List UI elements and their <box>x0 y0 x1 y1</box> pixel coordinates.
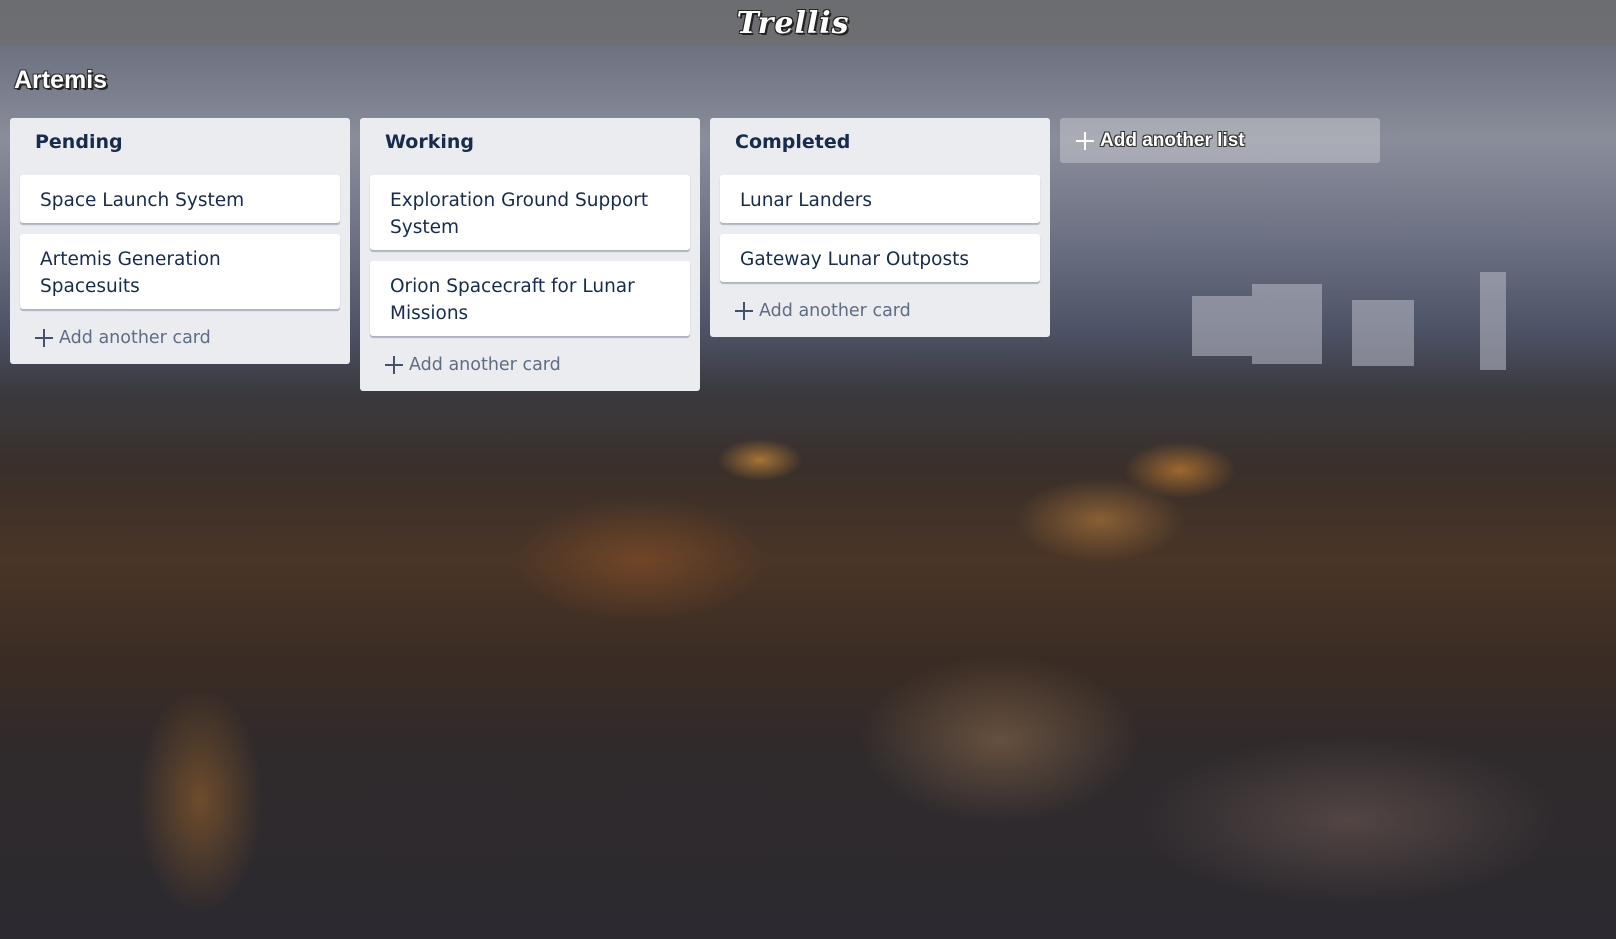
list-title[interactable]: Pending <box>10 118 350 163</box>
add-card-label: Add another card <box>59 328 211 348</box>
app-logo[interactable]: Trellis <box>736 6 849 41</box>
card[interactable]: Orion Spacecraft for Lunar Missions <box>370 261 690 336</box>
plus-icon <box>35 329 53 347</box>
add-card-button[interactable]: Add another card <box>360 347 700 379</box>
top-bar: Trellis <box>0 0 1616 46</box>
board-title[interactable]: Artemis <box>14 66 107 95</box>
list-completed: Completed Lunar Landers Gateway Lunar Ou… <box>710 118 1050 337</box>
add-list-button[interactable]: Add another list <box>1060 118 1380 163</box>
add-list-label: Add another list <box>1100 129 1245 151</box>
plus-icon <box>735 302 753 320</box>
plus-icon <box>385 356 403 374</box>
card[interactable]: Lunar Landers <box>720 175 1040 223</box>
card[interactable]: Space Launch System <box>20 175 340 223</box>
background-building <box>1480 272 1506 370</box>
add-card-button[interactable]: Add another card <box>710 293 1050 325</box>
list-title[interactable]: Completed <box>710 118 1050 163</box>
board-lists: Pending Space Launch System Artemis Gene… <box>10 118 1380 391</box>
card[interactable]: Exploration Ground Support System <box>370 175 690 250</box>
add-card-label: Add another card <box>759 301 911 321</box>
add-card-button[interactable]: Add another card <box>10 320 350 352</box>
list-pending: Pending Space Launch System Artemis Gene… <box>10 118 350 364</box>
card[interactable]: Gateway Lunar Outposts <box>720 234 1040 282</box>
plus-icon <box>1076 131 1094 150</box>
add-card-label: Add another card <box>409 355 561 375</box>
card[interactable]: Artemis Generation Spacesuits <box>20 234 340 309</box>
list-title[interactable]: Working <box>360 118 700 163</box>
list-working: Working Exploration Ground Support Syste… <box>360 118 700 391</box>
